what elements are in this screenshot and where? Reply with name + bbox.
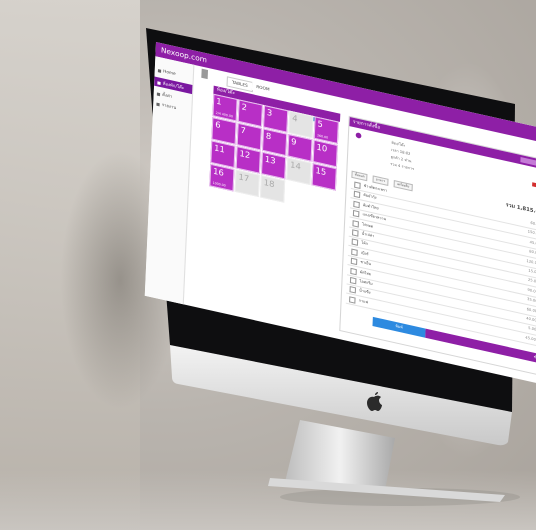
table-number: 12: [239, 148, 251, 161]
table-number-icon: ●: [355, 130, 363, 141]
menu-toggle-button[interactable]: [201, 68, 209, 80]
table-icon: [157, 80, 161, 85]
table-number: 3: [266, 107, 273, 119]
table-number: 13: [264, 154, 276, 166]
table-number: 7: [240, 125, 247, 136]
table-number: 4: [292, 113, 298, 124]
table-cell[interactable]: 14: [286, 157, 312, 186]
row-checkbox[interactable]: [353, 200, 360, 209]
row-checkbox[interactable]: [351, 248, 358, 256]
table-number: 15: [315, 165, 327, 178]
report-icon: [156, 102, 160, 106]
table-number: 11: [213, 143, 226, 155]
panel-head-button-1[interactable]: [520, 157, 536, 167]
table-number: 2: [241, 102, 248, 113]
table-number: 1: [216, 96, 222, 107]
table-grid: 1 2/4 400.00 2 3 4 5 260.00 6 7 8 9 10 11 12 13 14 15 16 1…: [209, 93, 340, 203]
table-number: 14: [289, 160, 302, 172]
status-badge: [532, 182, 536, 189]
table-amount: 2/4 400.00: [215, 110, 233, 119]
row-checkbox[interactable]: [350, 257, 358, 266]
table-amount: 1000.00: [212, 180, 226, 188]
home-icon: [157, 68, 162, 73]
table-cell[interactable]: 18: [259, 175, 286, 203]
row-checkbox[interactable]: [350, 267, 357, 275]
table-number: 10: [316, 142, 328, 154]
table-cell[interactable]: 16 1000.00: [209, 163, 235, 192]
order-panel: รายการสั่งซื้อ ● ห้อง/โต๊ะ เวลา 18:02 ลู…: [339, 115, 536, 380]
table-number: 17: [238, 172, 250, 184]
table-cell[interactable]: 17: [234, 169, 260, 198]
imac-stand: [285, 420, 395, 490]
gear-icon: [156, 91, 161, 96]
tab-room[interactable]: ROOM: [251, 81, 274, 95]
row-checkbox[interactable]: [349, 276, 357, 285]
row-checkbox[interactable]: [354, 181, 361, 190]
row-checkbox[interactable]: [351, 238, 359, 247]
row-checkbox[interactable]: [349, 296, 356, 304]
table-number: 8: [265, 131, 272, 142]
item-name: กาแฟ: [358, 298, 369, 305]
table-number: 5: [317, 119, 324, 130]
row-checkbox[interactable]: [353, 191, 361, 199]
table-number: 18: [263, 177, 275, 190]
row-checkbox[interactable]: [352, 210, 360, 218]
table-cell[interactable]: 15: [311, 162, 337, 191]
table-number: 6: [215, 119, 221, 131]
row-checkbox[interactable]: [352, 219, 360, 228]
table-amount: 260.00: [316, 133, 329, 140]
table-number: 16: [212, 166, 225, 179]
print-button[interactable]: พิมพ์: [372, 316, 426, 338]
order-panel-title: รายการสั่งซื้อ: [352, 119, 381, 131]
row-checkbox[interactable]: [349, 286, 357, 294]
table-number: 9: [290, 136, 297, 148]
item-price: 45.00: [525, 335, 536, 342]
row-checkbox[interactable]: [351, 229, 359, 237]
